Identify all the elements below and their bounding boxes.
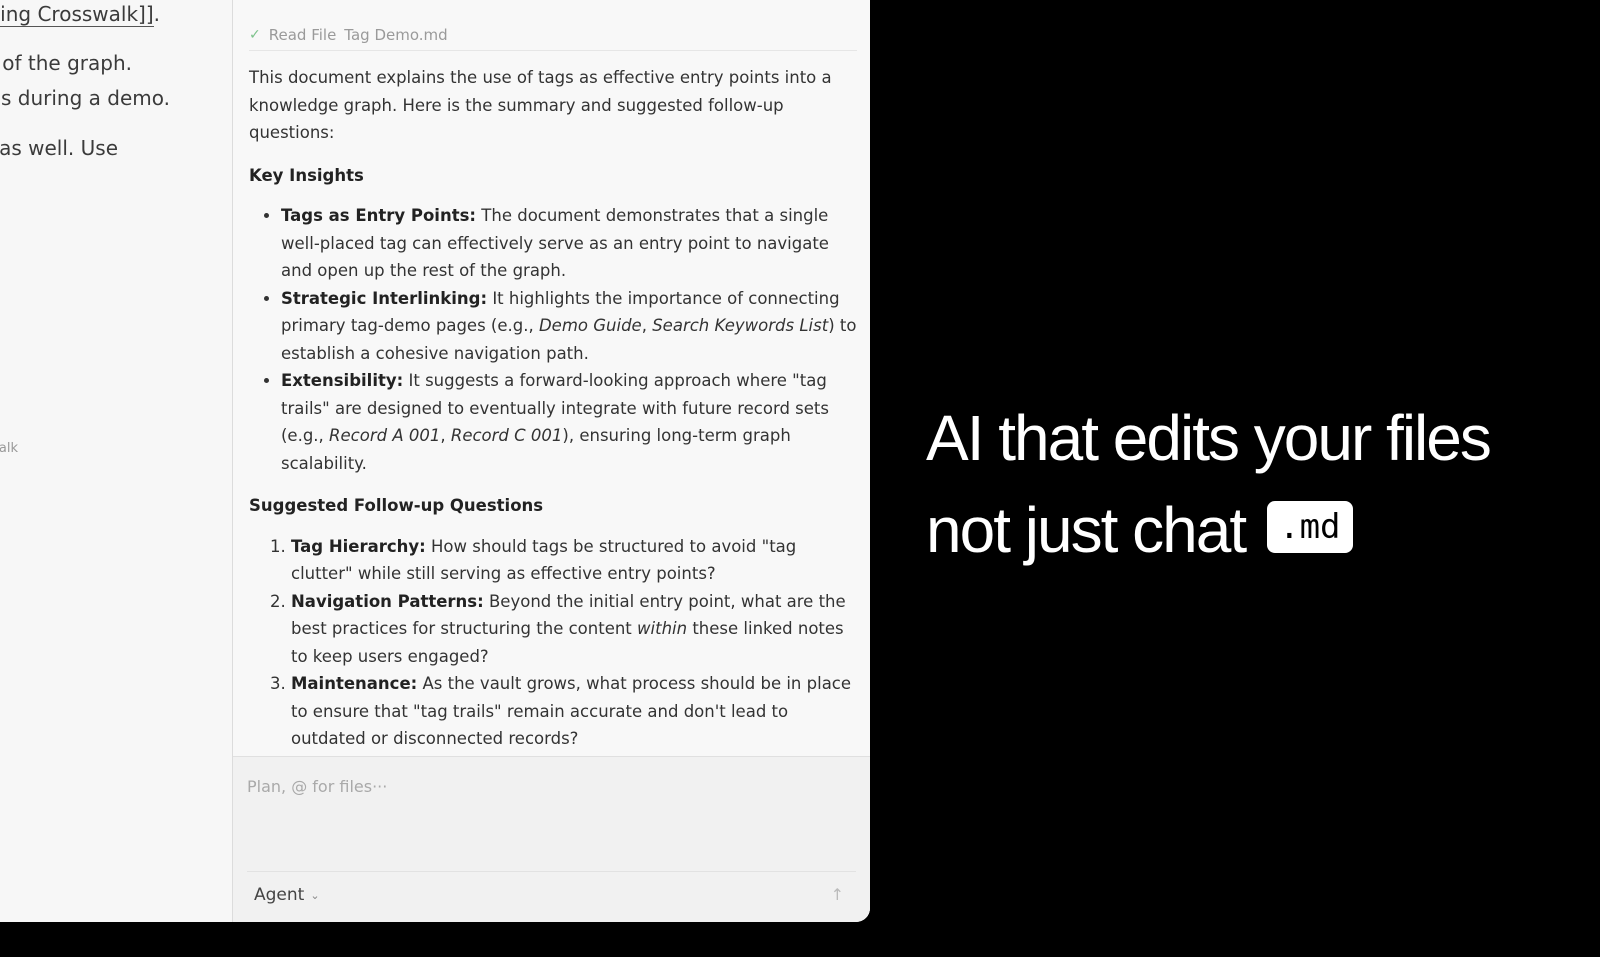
insight-emphasis: Search Keywords List xyxy=(652,316,829,335)
editor-line: es during a demo. xyxy=(0,86,170,110)
md-badge: .md xyxy=(1267,501,1353,554)
mode-selector[interactable]: Agent ⌄ xyxy=(254,885,320,905)
headline-line-2: not just chat .md xyxy=(926,484,1490,576)
tool-action-label: Read File xyxy=(268,26,337,44)
editor-line: ing Crosswalk]]. xyxy=(0,2,160,27)
assistant-message: This document explains the use of tags a… xyxy=(249,64,861,753)
tool-call-read-file[interactable]: ✓ Read File Tag Demo.md xyxy=(249,20,857,51)
insights-list: Tags as Entry Points: The document demon… xyxy=(249,202,861,477)
question-title: Maintenance: xyxy=(291,674,418,693)
insight-title: Extensibility: xyxy=(281,371,404,390)
list-item: Navigation Patterns: Beyond the initial … xyxy=(291,588,861,671)
chat-input-area: Plan, @ for files··· Agent ⌄ ↑ xyxy=(233,756,870,922)
insight-title: Strategic Interlinking: xyxy=(281,288,488,308)
headline-text: not just chat xyxy=(926,494,1247,566)
chevron-down-icon: ⌄ xyxy=(310,888,320,902)
mode-label: Agent xyxy=(254,885,305,905)
question-emphasis: within xyxy=(637,619,688,638)
tool-file-name[interactable]: Tag Demo.md xyxy=(344,26,447,44)
app-window: ing Crosswalk]]. t of the graph. es duri… xyxy=(0,0,870,922)
check-icon: ✓ xyxy=(249,27,261,43)
insight-emphasis: Record C 001 xyxy=(450,426,563,445)
question-title: Navigation Patterns: xyxy=(291,591,484,611)
chat-input[interactable]: Plan, @ for files··· xyxy=(247,777,387,796)
divider xyxy=(247,871,856,872)
question-title: Tag Hierarchy: xyxy=(291,536,426,556)
editor-footnote: alk xyxy=(0,441,18,456)
editor-line: as well. Use xyxy=(0,136,118,160)
insight-title: Tags as Entry Points: xyxy=(281,206,477,225)
list-item: Tags as Entry Points: The document demon… xyxy=(281,202,861,285)
list-item: Strategic Interlinking: It highlights th… xyxy=(281,285,861,368)
wiki-link[interactable]: ing Crosswalk]] xyxy=(0,2,154,27)
questions-heading: Suggested Follow-up Questions xyxy=(249,496,544,515)
message-intro: This document explains the use of tags a… xyxy=(249,68,832,142)
list-item: Tag Hierarchy: How should tags be struct… xyxy=(291,533,861,588)
editor-pane: ing Crosswalk]]. t of the graph. es duri… xyxy=(0,0,233,922)
questions-list: Tag Hierarchy: How should tags be struct… xyxy=(249,533,861,753)
headline-line: AI that edits your files xyxy=(926,402,1492,474)
promo-headline: AI that edits your files not just chat .m… xyxy=(926,392,1492,576)
insight-emphasis: Record A 001 xyxy=(329,426,441,445)
insight-text: , xyxy=(440,426,451,445)
chat-pane: ✓ Read File Tag Demo.md This document ex… xyxy=(233,0,870,922)
editor-text: . xyxy=(153,2,160,26)
editor-line: t of the graph. xyxy=(0,51,132,75)
chat-scroll-area[interactable]: ✓ Read File Tag Demo.md This document ex… xyxy=(233,0,870,756)
send-icon[interactable]: ↑ xyxy=(831,885,844,904)
insight-emphasis: Demo Guide xyxy=(538,316,642,335)
insight-text: , xyxy=(641,316,653,335)
insights-heading: Key Insights xyxy=(249,165,364,185)
list-item: Maintenance: As the vault grows, what pr… xyxy=(291,670,861,753)
list-item: Extensibility: It suggests a forward-loo… xyxy=(281,367,861,477)
